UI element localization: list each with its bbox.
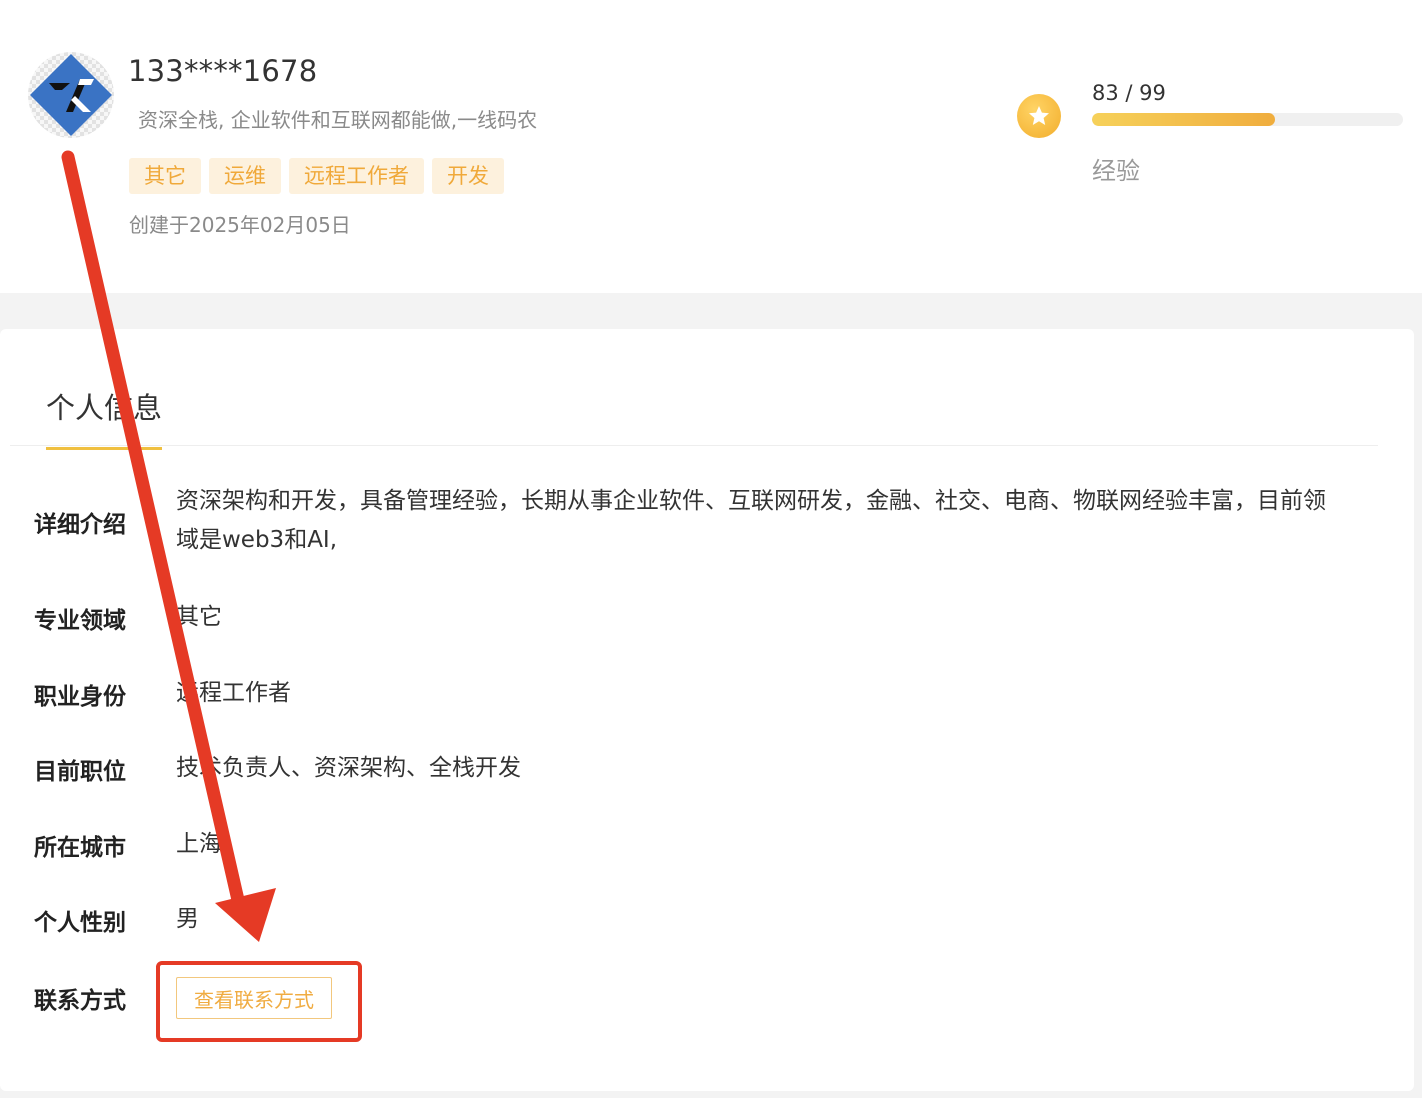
info-label: 专业领域 xyxy=(34,608,126,634)
experience-progress-bar xyxy=(1092,113,1403,126)
tag[interactable]: 开发 xyxy=(432,158,504,194)
star-badge-icon xyxy=(1017,94,1061,138)
tag[interactable]: 远程工作者 xyxy=(289,158,424,194)
info-row-position: 目前职位 技术负责人、资深架构、全栈开发 xyxy=(34,752,521,786)
info-label: 职业身份 xyxy=(34,684,126,710)
tag[interactable]: 运维 xyxy=(209,158,281,194)
profile-header: 133****1678 资深全栈, 企业软件和互联网都能做,一线码农 其它 运维… xyxy=(0,0,1422,293)
tab-personal-info[interactable]: 个人信息 xyxy=(46,385,163,450)
info-label: 联系方式 xyxy=(34,988,126,1014)
info-label: 个人性别 xyxy=(34,910,126,936)
info-row-city: 所在城市 上海 xyxy=(34,828,222,862)
info-row-contact: 联系方式 查看联系方式 xyxy=(34,977,332,1019)
avatar[interactable] xyxy=(28,52,114,138)
info-value-city: 上海 xyxy=(176,831,222,857)
info-value-field: 其它 xyxy=(176,604,222,630)
experience-value: 83 / 99 xyxy=(1092,81,1166,105)
created-date: 创建于2025年02月05日 xyxy=(129,213,351,237)
tag-list: 其它 运维 远程工作者 开发 xyxy=(129,158,504,194)
info-row-identity: 职业身份 远程工作者 xyxy=(34,677,291,711)
info-label: 详细介绍 xyxy=(34,512,126,538)
info-label: 所在城市 xyxy=(34,835,126,861)
user-bio: 资深全栈, 企业软件和互联网都能做,一线码农 xyxy=(138,108,538,132)
info-value-position: 技术负责人、资深架构、全栈开发 xyxy=(176,755,521,781)
avatar-logo-icon xyxy=(30,54,112,136)
info-value-intro: 资深架构和开发，具备管理经验，长期从事企业软件、互联网研发，金融、社交、电商、物… xyxy=(176,488,1326,553)
info-value-identity: 远程工作者 xyxy=(176,680,291,706)
tag[interactable]: 其它 xyxy=(129,158,201,194)
tab-divider xyxy=(10,445,1378,446)
info-row-intro: 详细介绍 资深架构和开发，具备管理经验，长期从事企业软件、互联网研发，金融、社交… xyxy=(34,482,1326,560)
info-row-field: 专业领域 其它 xyxy=(34,601,222,635)
info-value-gender: 男 xyxy=(176,906,199,932)
view-contact-button[interactable]: 查看联系方式 xyxy=(176,977,332,1019)
experience-progress-fill xyxy=(1092,113,1276,126)
username: 133****1678 xyxy=(128,54,318,88)
experience-label: 经验 xyxy=(1092,157,1140,185)
info-row-gender: 个人性别 男 xyxy=(34,903,199,937)
info-label: 目前职位 xyxy=(34,759,126,785)
